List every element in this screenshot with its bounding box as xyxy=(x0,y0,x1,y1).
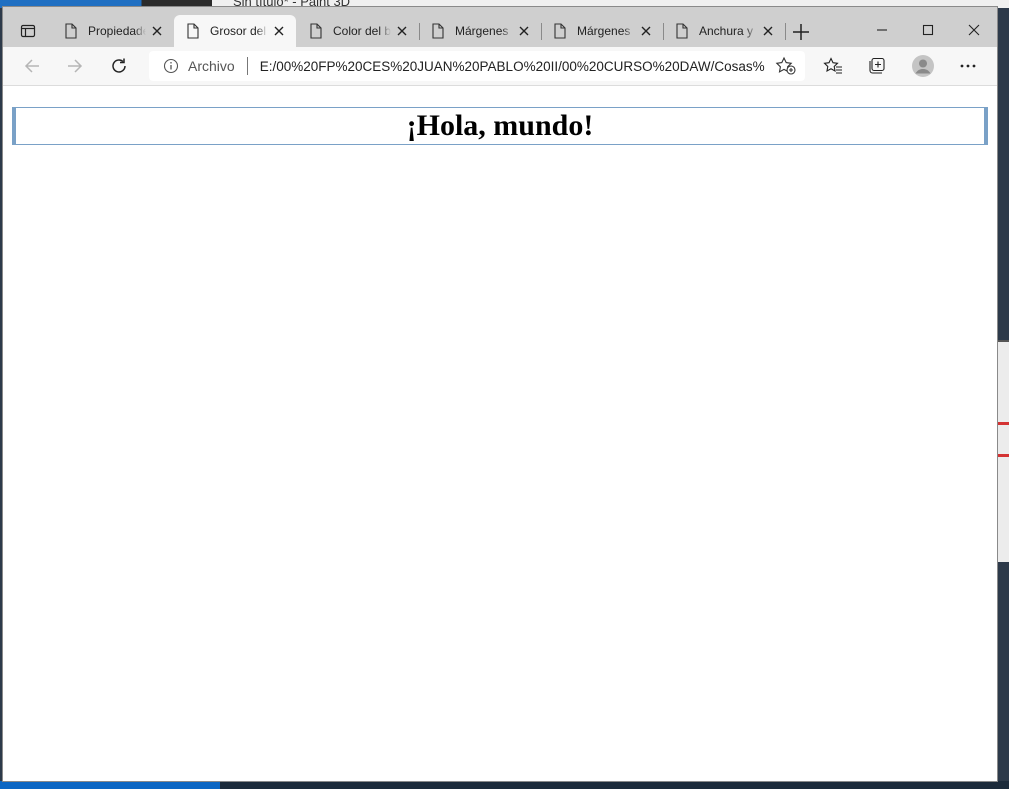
profile-icon xyxy=(912,55,934,77)
close-window-icon xyxy=(968,24,980,36)
tab-color-del-borde[interactable]: Color del borde xyxy=(297,15,420,47)
url-text[interactable]: E:/00%20FP%20CES%20JUAN%20PABLO%20II/00%… xyxy=(260,59,765,74)
taskbar xyxy=(0,781,1009,789)
navigation-toolbar: Archivo E:/00%20FP%20CES%20JUAN%20PABLO%… xyxy=(3,47,997,86)
tab-label: Márgenes xyxy=(455,24,509,38)
favorites-button[interactable] xyxy=(817,51,849,81)
tab-actions-icon xyxy=(20,24,36,38)
close-icon[interactable] xyxy=(639,24,653,38)
address-bar[interactable]: Archivo E:/00%20FP%20CES%20JUAN%20PABLO%… xyxy=(149,51,805,81)
tab-label: Márgenes xyxy=(577,24,631,38)
maximize-icon xyxy=(922,24,934,36)
close-icon[interactable] xyxy=(150,24,164,38)
tab-label: Propiedades xyxy=(88,24,146,38)
site-info-button[interactable]: Archivo xyxy=(149,58,235,74)
tab-margenes-2[interactable]: Márgenes xyxy=(541,15,664,47)
tab-separator xyxy=(785,23,786,40)
tab-label: Grosor del borde xyxy=(210,24,268,38)
tab-bar: Propiedades Grosor del borde Color del b… xyxy=(3,7,997,47)
tab-margenes[interactable]: Márgenes xyxy=(419,15,542,47)
favorites-icon xyxy=(823,57,842,74)
minimize-button[interactable] xyxy=(859,15,905,45)
close-icon[interactable] xyxy=(395,24,409,38)
refresh-icon xyxy=(112,58,126,73)
bordered-heading-box: ¡Hola, mundo! xyxy=(12,107,988,145)
forward-arrow-icon xyxy=(68,59,83,73)
page-icon xyxy=(432,23,444,39)
close-window-button[interactable] xyxy=(951,15,997,45)
more-button[interactable] xyxy=(952,51,984,81)
browser-window: Propiedades Grosor del borde Color del b… xyxy=(3,7,997,781)
collections-button[interactable] xyxy=(861,51,893,81)
back-button[interactable] xyxy=(16,51,48,81)
tab-grosor-del-borde[interactable]: Grosor del borde xyxy=(174,15,296,47)
background-decoration xyxy=(996,454,1009,457)
close-icon[interactable] xyxy=(761,24,775,38)
add-favorite-icon xyxy=(775,56,796,75)
page-icon xyxy=(554,23,566,39)
page-icon xyxy=(310,23,322,39)
tab-actions-button[interactable] xyxy=(11,16,45,46)
back-arrow-icon xyxy=(24,59,39,73)
address-separator xyxy=(246,57,248,75)
page-icon xyxy=(187,23,199,39)
info-icon xyxy=(163,58,179,74)
add-favorite-button[interactable] xyxy=(775,56,797,76)
tab-label: Anchura y xyxy=(699,24,754,38)
plus-icon xyxy=(793,24,809,40)
refresh-button[interactable] xyxy=(103,51,135,81)
page-icon xyxy=(65,23,77,39)
tab-anchura[interactable]: Anchura y xyxy=(663,15,786,47)
new-tab-button[interactable] xyxy=(789,20,813,44)
maximize-button[interactable] xyxy=(905,15,951,45)
background-decoration xyxy=(996,422,1009,425)
minimize-icon xyxy=(877,29,887,31)
profile-button[interactable] xyxy=(907,51,939,81)
collections-icon xyxy=(869,57,885,74)
tab-propiedades[interactable]: Propiedades xyxy=(52,15,175,47)
page-content: ¡Hola, mundo! xyxy=(3,86,997,781)
page-heading: ¡Hola, mundo! xyxy=(406,109,594,142)
more-icon xyxy=(960,64,976,68)
background-window-edge xyxy=(996,340,1009,562)
tab-label: Color del borde xyxy=(333,24,391,38)
site-info-label: Archivo xyxy=(188,58,235,74)
taskbar-accent xyxy=(0,781,220,789)
forward-button[interactable] xyxy=(59,51,91,81)
close-icon[interactable] xyxy=(272,24,286,38)
page-icon xyxy=(676,23,688,39)
close-icon[interactable] xyxy=(517,24,531,38)
